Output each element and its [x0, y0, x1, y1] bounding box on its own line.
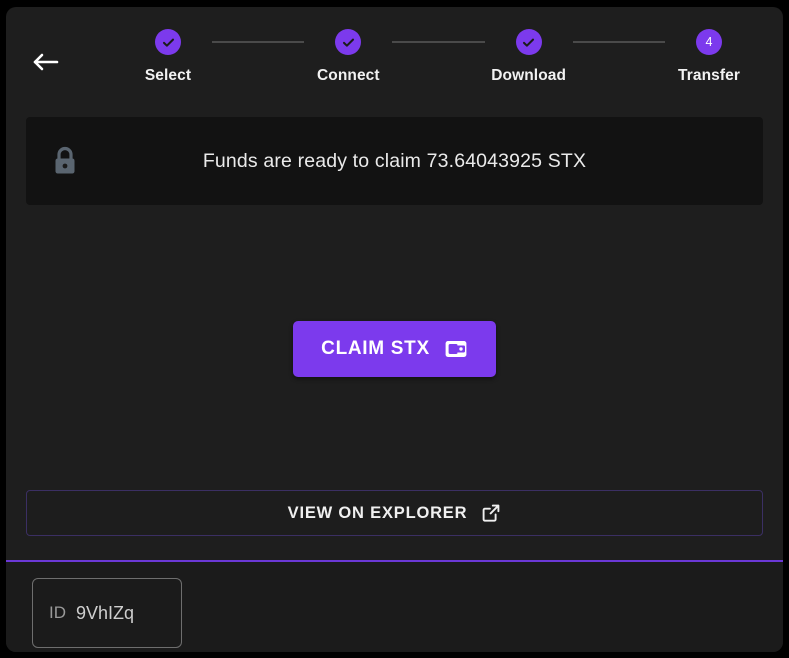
- stepper-step-download[interactable]: Download: [485, 29, 573, 85]
- check-icon: [341, 35, 356, 50]
- app-window: Select Connect Download 4 Transfer Funds…: [0, 0, 789, 658]
- stepper-label-connect: Connect: [316, 67, 380, 84]
- footer: ID 9VhIZq: [6, 562, 783, 652]
- check-icon: [161, 35, 176, 50]
- step-marker-complete: [515, 29, 542, 55]
- stepper-label-select: Select: [144, 67, 192, 84]
- step-marker-complete: [155, 29, 181, 55]
- claim-stx-label: CLAIM STX: [321, 338, 430, 359]
- view-on-explorer-label: VIEW ON EXPLORER: [287, 503, 468, 522]
- secondary-action-area: VIEW ON EXPLORER: [26, 490, 763, 536]
- id-field[interactable]: ID 9VhIZq: [32, 578, 182, 648]
- status-message: Funds are ready to claim 73.64043925 STX: [202, 149, 587, 172]
- stepper-step-select[interactable]: Select: [124, 29, 212, 85]
- stepper-connector-1: [212, 41, 305, 43]
- stepper-connector-3: [572, 41, 665, 43]
- arrow-left-icon: [30, 50, 60, 74]
- stepper-connector-2: [392, 41, 485, 43]
- primary-action-area: CLAIM STX: [6, 321, 783, 377]
- step-marker-complete: [335, 29, 362, 55]
- check-icon: [521, 35, 536, 50]
- id-field-label: ID: [49, 603, 66, 622]
- wizard-card: Select Connect Download 4 Transfer Funds…: [6, 7, 783, 652]
- back-button[interactable]: [22, 45, 68, 79]
- step-marker-current: 4: [695, 29, 722, 55]
- status-banner: Funds are ready to claim 73.64043925 STX: [26, 117, 763, 205]
- progress-stepper: Select Connect Download 4 Transfer: [124, 29, 753, 85]
- view-on-explorer-button[interactable]: VIEW ON EXPLORER: [26, 490, 763, 536]
- lock-icon: [48, 141, 82, 181]
- stepper-label-download: Download: [491, 67, 567, 84]
- id-field-value: 9VhIZq: [76, 602, 135, 623]
- external-link-icon: [481, 503, 501, 523]
- stepper-step-number: 4: [705, 34, 713, 49]
- stepper-label-transfer: Transfer: [678, 67, 740, 84]
- header: Select Connect Download 4 Transfer: [6, 7, 783, 107]
- stepper-step-transfer[interactable]: 4 Transfer: [665, 29, 753, 85]
- claim-stx-button[interactable]: CLAIM STX: [293, 321, 496, 377]
- wallet-icon: [444, 338, 468, 360]
- stepper-step-connect[interactable]: Connect: [304, 29, 392, 85]
